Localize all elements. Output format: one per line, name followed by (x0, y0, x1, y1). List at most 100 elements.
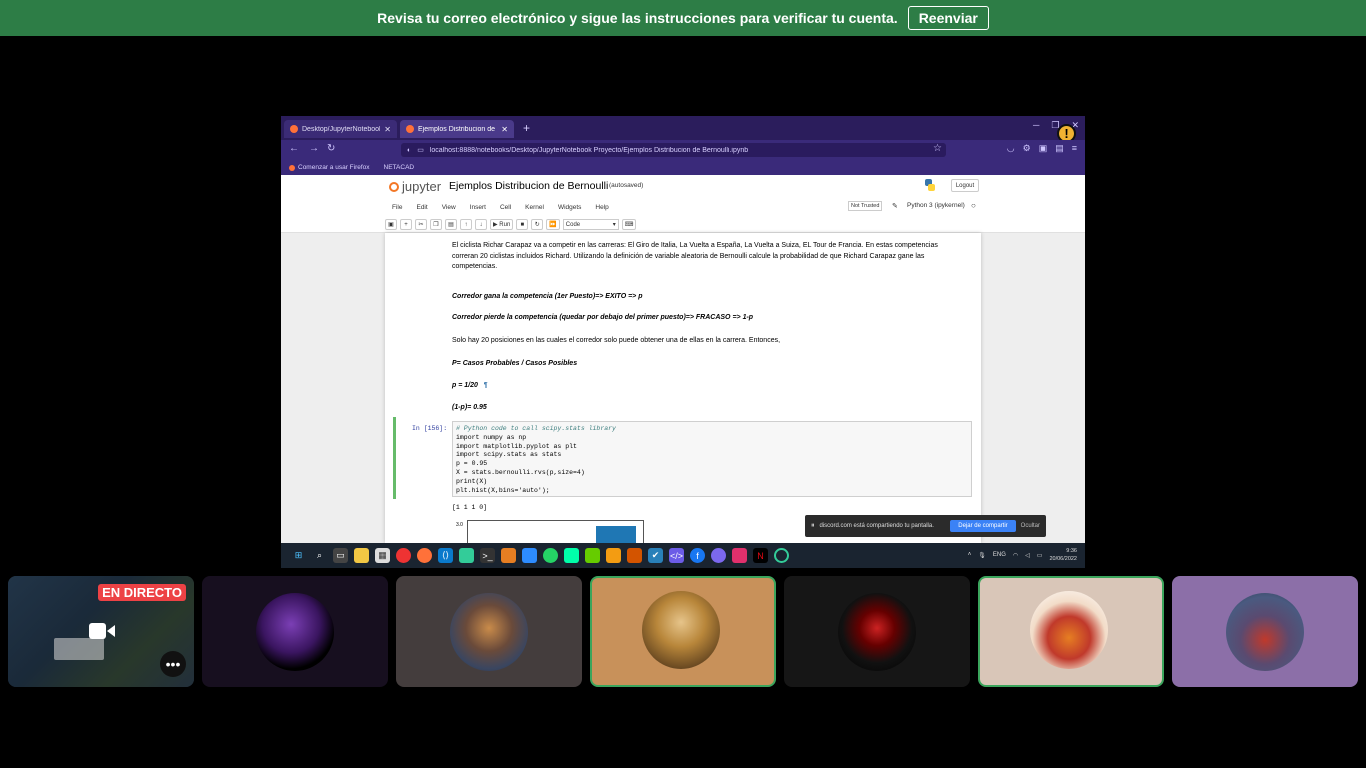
save-icon[interactable]: ▣ (385, 219, 397, 230)
speaker-icon[interactable]: ◁ (1025, 552, 1030, 559)
page-icon: ▭ (417, 147, 424, 154)
participant-tile[interactable] (202, 576, 388, 687)
instagram-icon[interactable] (732, 548, 747, 563)
cut-icon[interactable]: ✂ (415, 219, 427, 230)
whatsapp-icon[interactable] (543, 548, 558, 563)
fast-forward-icon[interactable]: ⏩ (546, 219, 560, 230)
microphone-icon[interactable]: 🎙 (978, 552, 986, 559)
jupyter-logo[interactable]: jupyter (389, 179, 441, 194)
app-icon[interactable] (627, 548, 642, 563)
task-view-icon[interactable]: ▭ (333, 548, 348, 563)
menu-cell[interactable]: Cell (493, 204, 518, 211)
app-icon[interactable] (459, 548, 474, 563)
menu-file[interactable]: File (385, 204, 409, 211)
battery-icon[interactable]: ▭ (1037, 552, 1043, 559)
kernel-status[interactable]: Python 3 (ipykernel) (907, 202, 965, 209)
facebook-icon[interactable]: f (690, 548, 705, 563)
todo-icon[interactable]: ✔ (648, 548, 663, 563)
reload-icon[interactable]: ↻ (327, 143, 335, 154)
markdown-posiciones[interactable]: Solo hay 20 posiciones en las cuales el … (452, 336, 780, 347)
move-up-icon[interactable]: ↑ (460, 219, 472, 230)
stop-sharing-button[interactable]: Dejar de compartir (950, 520, 1016, 532)
more-options-button[interactable]: ••• (160, 651, 186, 677)
edit-pencil-icon[interactable]: ✎ (892, 202, 898, 210)
menu-insert[interactable]: Insert (463, 204, 493, 211)
participant-tile-speaking[interactable] (590, 576, 776, 687)
browser-tab-active[interactable]: Ejemplos Distribucion de Bern... ✕ (400, 120, 514, 138)
app-icon[interactable] (564, 548, 579, 563)
participant-tile-speaking[interactable] (978, 576, 1164, 687)
search-icon[interactable]: ⌕ (312, 548, 327, 563)
markdown-fracaso[interactable]: Corredor pierde la competencia (quedar p… (452, 313, 753, 324)
bookmark-item[interactable]: NETACAD (384, 164, 415, 171)
menu-help[interactable]: Help (588, 204, 615, 211)
browser-tab[interactable]: Desktop/JupyterNotebook Proy... ✕ (284, 120, 397, 138)
pocket-icon[interactable]: ◡ (1007, 143, 1015, 154)
pause-icon: ⏸ (811, 522, 815, 529)
puzzle-icon[interactable]: ▤ (1055, 143, 1064, 154)
firefox-icon[interactable] (417, 548, 432, 563)
terminal-icon[interactable]: >_ (480, 548, 495, 563)
resend-button[interactable]: Reenviar (907, 6, 989, 30)
code-icon[interactable]: </> (669, 548, 684, 563)
close-icon[interactable]: ✕ (501, 125, 508, 134)
chevron-up-icon[interactable]: ˄ (968, 552, 972, 558)
participant-tile[interactable] (784, 576, 970, 687)
stop-icon[interactable]: ■ (516, 219, 529, 230)
account-icon[interactable]: ▣ (1039, 143, 1048, 154)
extension-icon[interactable]: ⚙ (1023, 143, 1031, 154)
menu-icon[interactable]: ≡ (1072, 143, 1077, 154)
participant-tile[interactable] (1172, 576, 1358, 687)
language-indicator[interactable]: ENG (993, 552, 1006, 558)
paste-icon[interactable]: ▤ (445, 219, 457, 230)
copy-icon[interactable]: ❐ (430, 219, 442, 230)
new-tab-icon[interactable]: + (523, 121, 530, 135)
cell-type-select[interactable]: Code ▾ (562, 219, 619, 230)
app-icon[interactable] (501, 548, 516, 563)
move-down-icon[interactable]: ↓ (475, 219, 487, 230)
calendar-icon[interactable]: ▦ (375, 548, 390, 563)
windows-start-icon[interactable]: ⊞ (291, 548, 306, 563)
logout-button[interactable]: Logout (951, 179, 979, 192)
markdown-p-value[interactable]: p = 1/20 ¶ (452, 381, 488, 392)
app-icon[interactable] (774, 548, 789, 563)
restart-icon[interactable]: ↻ (531, 219, 544, 230)
zoom-icon[interactable] (522, 548, 537, 563)
markdown-exito[interactable]: Corredor gana la competencia (1er Puesto… (452, 292, 643, 303)
address-bar[interactable]: ◐ ▭ localhost:8888/notebooks/Desktop/Jup… (401, 143, 946, 157)
menu-edit[interactable]: Edit (409, 204, 434, 211)
chrome-icon[interactable] (396, 548, 411, 563)
menu-widgets[interactable]: Widgets (551, 204, 588, 211)
run-button[interactable]: ▶ Run (490, 219, 514, 230)
bookmark-item[interactable]: Comenzar a usar Firefox (289, 164, 370, 171)
markdown-one-minus-p[interactable]: (1-p)= 0.95 (452, 403, 487, 414)
trust-status-button[interactable]: Not Trusted (848, 201, 883, 211)
app-icon[interactable] (606, 548, 621, 563)
cell-output: [1 1 1 0] (452, 504, 488, 511)
notebook-title[interactable]: Ejemplos Distribucion de Bernoulli (449, 180, 608, 192)
minimize-icon[interactable]: ─ (1033, 120, 1039, 131)
messenger-icon[interactable] (711, 548, 726, 563)
close-icon[interactable]: ✕ (384, 125, 391, 134)
forward-icon[interactable]: → (309, 143, 319, 154)
screen-share-stream[interactable]: Desktop/JupyterNotebook Proy... ✕ Ejempl… (281, 116, 1085, 568)
menu-view[interactable]: View (435, 204, 463, 211)
participant-tile[interactable] (396, 576, 582, 687)
vscode-icon[interactable]: ⟨⟩ (438, 548, 453, 563)
participant-tile-streamer[interactable]: EN DIRECTO ••• (8, 576, 194, 687)
file-explorer-icon[interactable] (354, 548, 369, 563)
menu-kernel[interactable]: Kernel (518, 204, 551, 211)
wifi-icon[interactable]: ◠ (1013, 552, 1018, 559)
add-cell-icon[interactable]: + (400, 219, 412, 230)
back-icon[interactable]: ← (289, 143, 299, 154)
code-cell[interactable]: In [156]: # Python code to call scipy.st… (393, 417, 973, 499)
markdown-paragraph[interactable]: El ciclista Richar Carapaz va a competir… (452, 241, 938, 273)
clock[interactable]: 9:36 20/06/2022 (1049, 547, 1077, 563)
code-editor[interactable]: # Python code to call scipy.stats librar… (452, 421, 972, 497)
bookmark-star-icon[interactable]: ☆ (933, 143, 942, 154)
netflix-icon[interactable]: N (753, 548, 768, 563)
hide-notice-button[interactable]: Ocultar (1021, 523, 1046, 529)
keyboard-icon[interactable]: ⌨ (621, 219, 637, 230)
markdown-formula[interactable]: P= Casos Probables / Casos Posibles (452, 359, 577, 370)
app-icon[interactable] (585, 548, 600, 563)
